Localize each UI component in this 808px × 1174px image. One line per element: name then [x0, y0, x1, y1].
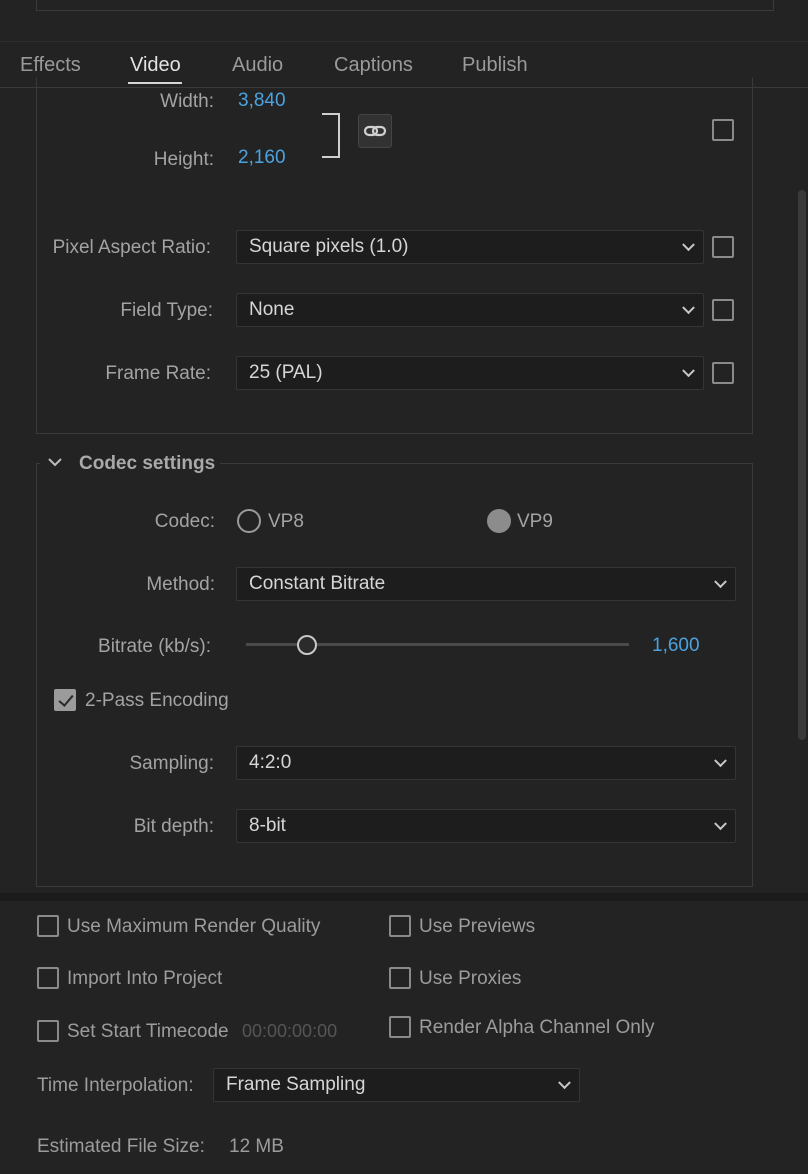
pixel-aspect-dropdown[interactable]: Square pixels (1.0): [236, 230, 704, 264]
set-start-timecode-label[interactable]: Set Start Timecode: [67, 1021, 229, 1043]
codec-vp8-radio[interactable]: [237, 509, 261, 533]
method-value: Constant Bitrate: [249, 573, 386, 594]
chevron-down-icon: [714, 754, 727, 768]
bit-depth-label: Bit depth:: [133, 816, 214, 837]
chevron-down-icon: [682, 364, 695, 378]
width-value[interactable]: 3,840: [238, 90, 286, 112]
pixel-aspect-override-checkbox[interactable]: [712, 236, 734, 258]
codec-vp9-label[interactable]: VP9: [517, 511, 553, 533]
tab-captions[interactable]: Captions: [334, 54, 413, 77]
method-label: Method:: [146, 574, 215, 595]
footer-divider: [0, 893, 808, 901]
field-type-dropdown[interactable]: None: [236, 293, 704, 327]
time-interpolation-dropdown[interactable]: Frame Sampling: [213, 1068, 580, 1102]
tabs-divider-top: [0, 41, 808, 42]
frame-rate-override-checkbox[interactable]: [712, 362, 734, 384]
set-start-timecode-checkbox[interactable]: [37, 1020, 59, 1042]
link-icon[interactable]: [358, 114, 392, 148]
render-alpha-only-label[interactable]: Render Alpha Channel Only: [419, 1017, 655, 1039]
tab-publish[interactable]: Publish: [462, 54, 528, 77]
estimated-size-value: 12 MB: [229, 1136, 284, 1157]
pixel-aspect-label: Pixel Aspect Ratio:: [52, 237, 211, 258]
codec-settings-title: Codec settings: [79, 453, 216, 474]
bit-depth-value: 8-bit: [249, 815, 286, 836]
previous-panel-edge: [36, 0, 774, 11]
codec-label: Codec:: [154, 511, 215, 532]
import-into-project-checkbox[interactable]: [37, 967, 59, 989]
chevron-down-icon: [48, 458, 62, 467]
field-type-value: None: [249, 299, 295, 320]
pixel-aspect-value: Square pixels (1.0): [249, 236, 409, 257]
scrollbar[interactable]: [798, 190, 806, 740]
dimensions-override-checkbox[interactable]: [712, 119, 734, 141]
chevron-down-icon: [558, 1076, 571, 1090]
link-bracket: [322, 113, 340, 158]
tab-audio[interactable]: Audio: [232, 54, 283, 77]
frame-rate-value: 25 (PAL): [249, 362, 323, 383]
use-proxies-label[interactable]: Use Proxies: [419, 968, 521, 990]
codec-settings-header[interactable]: Codec settings: [40, 450, 220, 478]
tab-effects[interactable]: Effects: [20, 54, 81, 77]
height-value[interactable]: 2,160: [238, 147, 286, 169]
width-label: Width:: [160, 91, 214, 112]
max-render-quality-checkbox[interactable]: [37, 915, 59, 937]
chevron-down-icon: [682, 238, 695, 252]
chevron-down-icon: [714, 817, 727, 831]
max-render-quality-label[interactable]: Use Maximum Render Quality: [67, 916, 320, 938]
bitrate-value[interactable]: 1,600: [652, 635, 700, 657]
use-proxies-checkbox[interactable]: [389, 967, 411, 989]
method-dropdown[interactable]: Constant Bitrate: [236, 567, 736, 601]
use-previews-checkbox[interactable]: [389, 915, 411, 937]
chevron-down-icon: [682, 301, 695, 315]
field-type-override-checkbox[interactable]: [712, 299, 734, 321]
tab-video[interactable]: Video: [130, 54, 181, 77]
import-into-project-label[interactable]: Import Into Project: [67, 968, 222, 990]
use-previews-label[interactable]: Use Previews: [419, 916, 535, 938]
bitrate-label: Bitrate (kb/s):: [98, 636, 211, 657]
chevron-down-icon: [714, 575, 727, 589]
time-interpolation-label: Time Interpolation:: [37, 1075, 194, 1096]
sampling-label: Sampling:: [129, 753, 215, 774]
frame-rate-label: Frame Rate:: [105, 363, 211, 384]
frame-rate-dropdown[interactable]: 25 (PAL): [236, 356, 704, 390]
two-pass-checkbox[interactable]: [54, 689, 76, 711]
height-label: Height:: [153, 149, 214, 170]
start-timecode-value: 00:00:00:00: [242, 1021, 338, 1041]
sampling-dropdown[interactable]: 4:2:0: [236, 746, 736, 780]
codec-vp9-radio[interactable]: [487, 509, 511, 533]
sampling-value: 4:2:0: [249, 752, 292, 773]
bit-depth-dropdown[interactable]: 8-bit: [236, 809, 736, 843]
time-interpolation-value: Frame Sampling: [226, 1074, 366, 1095]
codec-vp8-label[interactable]: VP8: [268, 511, 304, 533]
field-type-label: Field Type:: [120, 300, 213, 321]
estimated-size-label: Estimated File Size:: [37, 1136, 205, 1157]
two-pass-label[interactable]: 2-Pass Encoding: [85, 690, 229, 712]
render-alpha-only-checkbox[interactable]: [389, 1016, 411, 1038]
